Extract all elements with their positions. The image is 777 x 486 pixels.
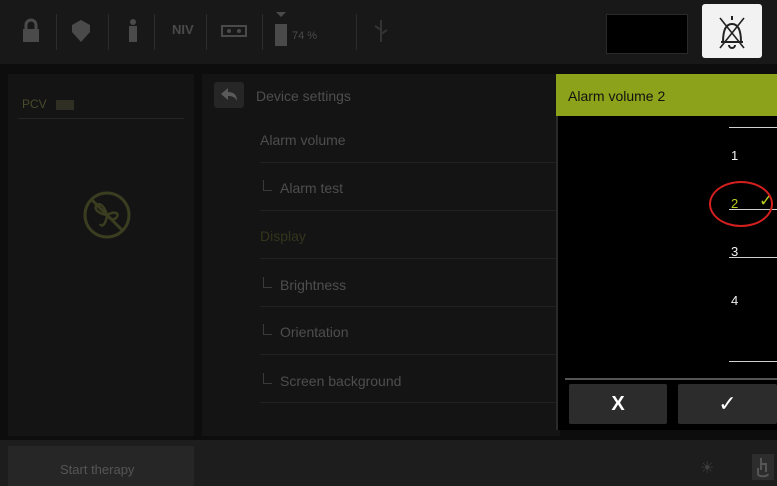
option-4[interactable]: 4 [731,293,738,308]
dialog-title: Alarm volume 2 [568,88,666,104]
option-3[interactable]: 3 [731,244,738,259]
picker-divider [729,127,777,128]
ventilation-off-icon [80,188,134,242]
divider [260,162,556,163]
divider [260,258,556,259]
lock-icon[interactable] [20,18,42,44]
mode-panel [8,74,194,436]
confirm-button[interactable]: ✓ [678,384,777,424]
dialog-footer-divider [565,378,777,380]
shield-icon[interactable] [70,18,92,44]
setting-brightness[interactable]: Brightness [280,277,346,293]
usb-icon [372,18,390,44]
alarm-off-icon [719,16,745,49]
divider [260,210,556,211]
mode-badge [56,99,75,110]
back-button[interactable] [214,82,244,108]
brightness-icon[interactable]: ☀ [700,458,714,478]
sub-arrow-icon [263,180,272,191]
divider [260,402,556,403]
sub-arrow-icon [263,373,272,384]
setting-display: Display [260,228,306,244]
start-therapy-label: Start therapy [60,462,135,477]
mode-label: NIV [172,22,194,37]
setting-orientation[interactable]: Orientation [280,324,348,340]
battery-icon [274,10,288,48]
cassette-icon[interactable] [220,18,248,44]
setting-alarm-test[interactable]: Alarm test [280,180,343,196]
highlight-circle [709,181,773,227]
display-box [606,14,688,54]
sub-arrow-icon [263,277,272,288]
picker-divider [729,361,777,362]
setting-alarm-volume[interactable]: Alarm volume [260,132,346,148]
divider [260,354,556,355]
alarm-off-button[interactable] [702,4,762,58]
cancel-button[interactable]: X [569,384,667,424]
option-1[interactable]: 1 [731,148,738,163]
mode-name: PCV [22,97,47,111]
settings-heading: Device settings [256,88,351,104]
touch-lock-icon[interactable] [752,454,774,480]
person-icon[interactable] [124,18,142,44]
back-arrow-icon [221,88,237,101]
battery-percent: 74 % [292,30,318,42]
divider [18,118,184,119]
divider [260,306,556,307]
sub-arrow-icon [263,324,272,335]
mode-indicator[interactable]: PCV [22,97,75,111]
setting-screen-background[interactable]: Screen background [280,373,401,389]
